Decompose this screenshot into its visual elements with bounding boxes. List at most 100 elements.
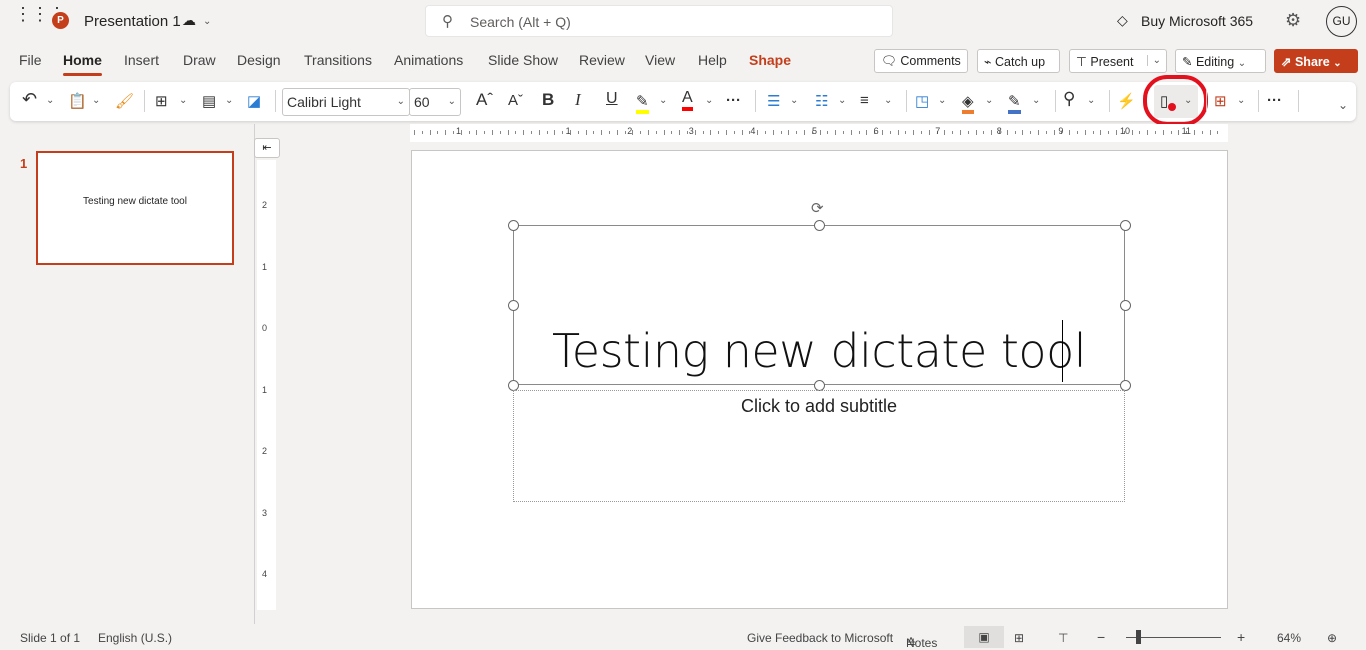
resize-handle[interactable] — [814, 220, 825, 231]
zoom-slider-thumb[interactable] — [1136, 630, 1141, 644]
italic-icon[interactable]: I — [575, 90, 581, 110]
shapes-dropdown-icon[interactable]: ⌄ — [938, 95, 946, 106]
shape-fill-dropdown-icon[interactable]: ⌄ — [985, 95, 993, 106]
underline-icon[interactable]: U — [606, 90, 618, 108]
align-text-icon[interactable]: ≡ — [860, 92, 869, 109]
present-dropdown-chevron-icon[interactable]: ⌄ — [1146, 55, 1161, 66]
shapes-icon[interactable]: ◳ — [915, 92, 929, 110]
rotate-handle-icon[interactable]: ⟳ — [811, 199, 824, 217]
share-button[interactable]: ⇗ Share ⌄ — [1274, 49, 1358, 73]
ruler-label: 10 — [1120, 126, 1131, 136]
font-name-value: Calibri Light — [287, 94, 361, 110]
bold-icon[interactable]: B — [542, 90, 554, 110]
slide-title[interactable]: Testing new dictate tool — [514, 324, 1124, 378]
numbering-dropdown-icon[interactable]: ⌄ — [838, 95, 846, 106]
reading-view-icon[interactable]: ⊤ — [1058, 631, 1068, 645]
layout-icon[interactable]: ▤ — [202, 92, 216, 110]
slide-canvas[interactable]: Testing new dictate tool ⟳ Click to add … — [411, 150, 1228, 609]
more-options-icon[interactable]: ··· — [1267, 92, 1282, 109]
numbering-icon[interactable]: ☷ — [815, 92, 828, 110]
resize-handle[interactable] — [508, 300, 519, 311]
ruler-tick — [1116, 130, 1117, 135]
tab-transitions[interactable]: Transitions — [304, 52, 372, 68]
designer-icon[interactable]: ⚡ — [1117, 92, 1136, 110]
add-ins-dropdown-icon[interactable]: ⌄ — [1237, 95, 1245, 106]
expand-ribbon-chevron-icon[interactable]: ⌄ — [1338, 98, 1348, 112]
new-slide-icon[interactable]: ⊞ — [155, 92, 168, 110]
ruler-tick — [843, 131, 844, 134]
tab-animations[interactable]: Animations — [394, 52, 463, 68]
shape-outline-dropdown-icon[interactable]: ⌄ — [1032, 95, 1040, 106]
font-color-dropdown-icon[interactable]: ⌄ — [705, 95, 713, 106]
add-ins-grid-icon[interactable]: ⊞ — [1214, 92, 1227, 110]
fit-to-window-icon[interactable]: ⊕ — [1327, 631, 1337, 645]
highlight-dropdown-icon[interactable]: ⌄ — [659, 95, 667, 106]
tab-view[interactable]: View — [645, 52, 675, 68]
collapse-pane-icon[interactable]: ⇤ — [254, 138, 280, 158]
ruler-tick — [554, 130, 556, 135]
present-button[interactable]: ⊤ Present ⌄ — [1069, 49, 1167, 73]
cloud-saved-icon[interactable]: ☁ — [182, 12, 196, 29]
normal-view-icon[interactable]: ▣ — [964, 626, 1004, 648]
comments-button[interactable]: 🗨 Comments — [874, 49, 968, 73]
paste-clipboard-icon[interactable]: 📋 — [68, 92, 87, 110]
ruler-tick — [1162, 130, 1164, 135]
zoom-level[interactable]: 64% — [1277, 631, 1301, 645]
tab-review[interactable]: Review — [579, 52, 625, 68]
zoom-in-button[interactable]: + — [1237, 629, 1245, 645]
avatar[interactable]: GU — [1326, 6, 1357, 37]
language-button[interactable]: English (U.S.) — [98, 631, 172, 645]
buy-microsoft-365-link[interactable]: Buy Microsoft 365 — [1141, 13, 1253, 29]
tab-design[interactable]: Design — [237, 52, 281, 68]
bullets-icon[interactable]: ☰ — [767, 92, 780, 110]
tab-insert[interactable]: Insert — [124, 52, 159, 68]
tab-draw[interactable]: Draw — [183, 52, 216, 68]
bullets-dropdown-icon[interactable]: ⌄ — [790, 95, 798, 106]
paste-dropdown-icon[interactable]: ⌄ — [92, 95, 100, 106]
resize-handle[interactable] — [508, 220, 519, 231]
editing-mode-button[interactable]: ✎ Editing ⌄ — [1175, 49, 1266, 73]
subtitle-placeholder[interactable]: Click to add subtitle — [513, 390, 1125, 502]
slide-thumbnail[interactable]: Testing new dictate tool — [36, 151, 234, 265]
find-search-icon[interactable]: ⚲ — [1063, 89, 1075, 109]
document-title[interactable]: Presentation 1 — [84, 13, 181, 30]
tab-slide-show[interactable]: Slide Show — [488, 52, 558, 68]
align-dropdown-icon[interactable]: ⌄ — [884, 95, 892, 106]
resize-handle[interactable] — [1120, 300, 1131, 311]
font-color-icon[interactable]: A — [682, 89, 693, 111]
more-font-options-icon[interactable]: ··· — [726, 92, 741, 109]
search-input[interactable]: ⚲ Search (Alt + Q) — [425, 5, 893, 37]
find-dropdown-icon[interactable]: ⌄ — [1087, 95, 1095, 106]
decrease-font-size-icon[interactable]: Aˇ — [508, 92, 523, 109]
font-name-select[interactable]: Calibri Light ⌄ — [282, 88, 410, 116]
comments-label: Comments — [900, 54, 961, 68]
tab-file[interactable]: File — [19, 52, 42, 68]
powerpoint-logo-icon: P — [52, 12, 69, 29]
settings-gear-icon[interactable]: ⚙ — [1285, 10, 1301, 31]
undo-icon[interactable]: ↶ — [22, 89, 37, 110]
vertical-ruler[interactable]: 2 1 0 1 2 3 4 — [257, 160, 276, 610]
tab-help[interactable]: Help — [698, 52, 727, 68]
format-painter-icon[interactable]: 🖌 — [115, 92, 134, 110]
tab-home[interactable]: Home — [63, 52, 102, 76]
ruler-tick — [601, 130, 603, 135]
highlight-icon[interactable]: ✎ — [636, 92, 649, 114]
layout-dropdown-icon[interactable]: ⌄ — [225, 95, 233, 106]
new-slide-dropdown-icon[interactable]: ⌄ — [179, 95, 187, 106]
tab-shape[interactable]: Shape — [749, 52, 791, 68]
increase-font-size-icon[interactable]: Aˆ — [476, 90, 493, 110]
feedback-link[interactable]: Give Feedback to Microsoft — [747, 631, 893, 645]
horizontal-ruler[interactable]: 1 1 2 3 4 5 6 7 8 9 10 11 — [410, 124, 1228, 142]
undo-dropdown-icon[interactable]: ⌄ — [46, 95, 54, 106]
title-textbox[interactable]: Testing new dictate tool — [513, 225, 1125, 385]
chevron-down-icon[interactable]: ⌄ — [203, 16, 211, 27]
catch-up-button[interactable]: ⌁ Catch up — [977, 49, 1060, 73]
zoom-out-button[interactable]: − — [1097, 629, 1105, 645]
shape-outline-icon[interactable]: ✎ — [1008, 92, 1021, 114]
background-format-icon[interactable]: ◪ — [247, 92, 261, 110]
resize-handle[interactable] — [1120, 220, 1131, 231]
slide-sorter-icon[interactable]: ⊞ — [1014, 631, 1024, 645]
shape-fill-icon[interactable]: ◈ — [962, 92, 974, 114]
ruler-tick — [967, 131, 969, 134]
font-size-select[interactable]: 60 ⌄ — [409, 88, 461, 116]
